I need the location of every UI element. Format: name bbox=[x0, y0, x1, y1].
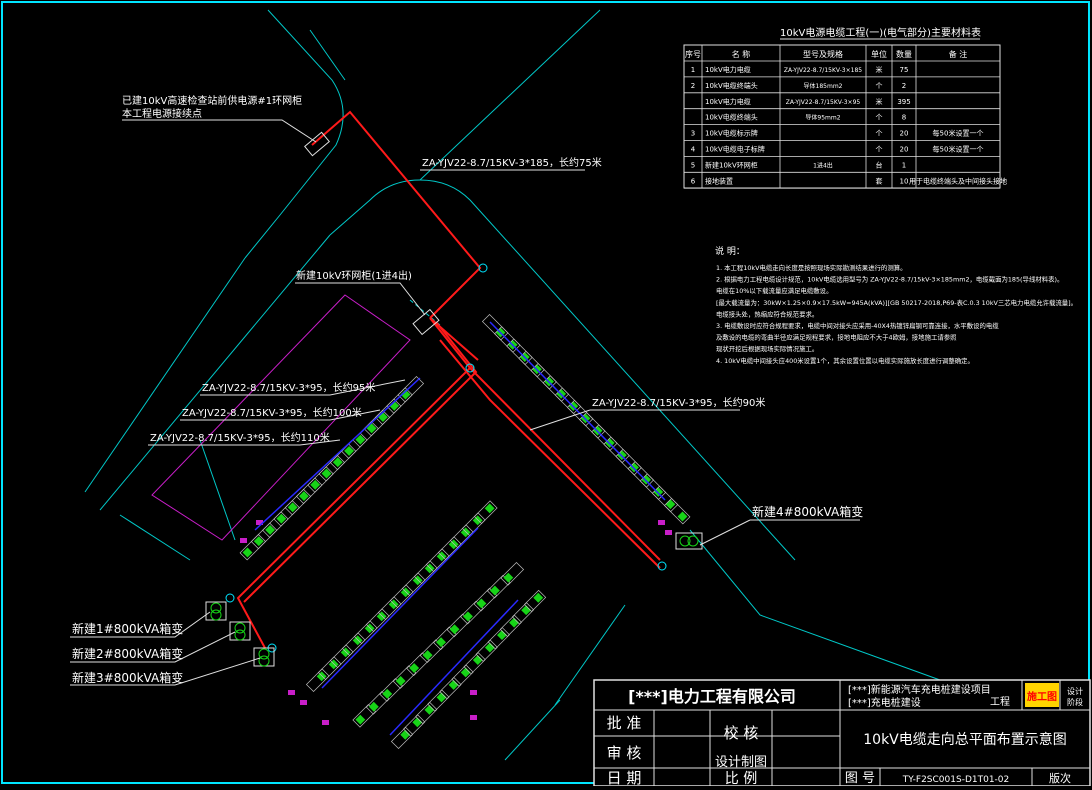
material-table-cell: 20 bbox=[900, 146, 909, 154]
material-table-cell: 1 bbox=[691, 66, 695, 74]
title-date: 日 期 bbox=[607, 769, 642, 786]
title-review: 审 核 bbox=[607, 744, 642, 762]
title-project-line1: [***]新能源汽车充电桩建设项目 bbox=[848, 683, 991, 696]
material-table-cell: 接地装置 bbox=[705, 176, 733, 185]
material-table-cell: 1进4出 bbox=[813, 161, 833, 169]
label-transformer-1: 新建1#800kVA箱变 bbox=[72, 621, 183, 636]
label-cable-d: ZA-YJV22-8.7/15KV-3*95，长约90米 bbox=[592, 396, 765, 409]
material-table-cell: 2 bbox=[902, 82, 906, 90]
note-line: 3. 电缆敷设时应符合规程要求，电缆中间对接头应采用-40X4热镀锌扁钢可靠连接… bbox=[716, 321, 999, 330]
junction-box-icon bbox=[322, 720, 329, 725]
title-company: [***]电力工程有限公司 bbox=[628, 687, 796, 706]
material-table-cell: 8 bbox=[902, 114, 906, 122]
material-table-cell: 台 bbox=[876, 160, 883, 169]
title-side-stage-line1: 设计 bbox=[1067, 686, 1083, 696]
title-approve: 批 准 bbox=[607, 714, 642, 732]
title-drawing-title: 10kV电缆走向总平面布置示意图 bbox=[863, 731, 1067, 748]
title-block: [***]电力工程有限公司 [***]新能源汽车充电桩建设项目 [***]充电桩… bbox=[593, 679, 1091, 787]
material-table-cell: 10kV电缆终端头 bbox=[705, 81, 758, 90]
material-table-cell: 个 bbox=[876, 146, 883, 154]
material-table-cell: 米 bbox=[876, 65, 883, 74]
label-existing-ring-main-line1: 已建10kV高速检查站前供电源#1环网柜 bbox=[122, 94, 302, 107]
label-cable-c: ZA-YJV22-8.7/15KV-3*95，长约110米 bbox=[150, 431, 330, 444]
note-line: 电缆在10%以下载流量应满足电缆敷设。 bbox=[716, 286, 832, 295]
material-table-cell: ZA-YJV22-8.7/15KV-3×185 bbox=[784, 67, 862, 74]
material-table-header: 型号及规格 bbox=[803, 49, 843, 59]
title-side-stage-line2: 阶段 bbox=[1067, 697, 1083, 707]
label-cable-a: ZA-YJV22-8.7/15KV-3*95，长约95米 bbox=[202, 381, 375, 394]
material-table-cell: 用于电缆终端头及中间接头接地 bbox=[909, 176, 1007, 185]
material-table-cell: 395 bbox=[897, 98, 910, 106]
material-table-cell: 1 bbox=[902, 161, 906, 169]
title-scale: 比 例 bbox=[725, 771, 757, 786]
label-cable-b: ZA-YJV22-8.7/15KV-3*95，长约100米 bbox=[182, 406, 362, 419]
material-table-header: 备 注 bbox=[949, 49, 968, 59]
material-table-cell: 2 bbox=[691, 82, 695, 90]
material-table-cell: 6 bbox=[691, 177, 696, 185]
material-table-cell: 5 bbox=[691, 161, 695, 169]
title-drawing-no: TY-F2SC001S-D1T01-02 bbox=[902, 775, 1010, 785]
note-line: 2. 根据电力工程电缆设计规范，10kV电缆选用型号为 ZA-YJV22-8.7… bbox=[716, 275, 1063, 284]
note-line: 及敷设的电缆的弯曲半径应满足规程要求，接地电阻应不大于4欧姆，接地施工请参照 bbox=[716, 333, 957, 342]
junction-box-icon bbox=[658, 520, 665, 525]
material-table-cell: 4 bbox=[691, 146, 696, 154]
material-table-cell: 个 bbox=[876, 82, 883, 90]
material-table-header: 序号 bbox=[685, 49, 701, 59]
note-line: 电缆接头处，热缩应符合规范要求。 bbox=[716, 309, 818, 318]
material-table-cell: 套 bbox=[876, 176, 883, 185]
note-line: 4. 10kV电缆中间接头应400米设置1个，其余设置位置以电缆实际施放长度进行… bbox=[716, 356, 974, 365]
material-table-cell: 75 bbox=[900, 66, 909, 74]
material-table-cell: 10kV电力电缆 bbox=[705, 97, 751, 106]
cad-drawing: 已建10kV高速检查站前供电源#1环网柜 本工程电源接续点 ZA-YJV22-8… bbox=[0, 0, 1092, 787]
material-table-cell: 导体185mm2 bbox=[804, 82, 843, 90]
material-table-cell: 10kV电缆电子标牌 bbox=[705, 145, 765, 154]
label-existing-ring-main-line2: 本工程电源接续点 bbox=[122, 107, 202, 120]
junction-box-icon bbox=[300, 700, 307, 705]
junction-box-icon bbox=[470, 690, 477, 695]
title-check: 校 核 bbox=[724, 724, 759, 742]
title-version: 版次 bbox=[1049, 771, 1071, 785]
material-table-cell: 10kV电缆终端头 bbox=[705, 113, 758, 122]
title-design: 设计制图 bbox=[715, 755, 767, 770]
label-transformer-3: 新建3#800kVA箱变 bbox=[72, 670, 183, 685]
material-table-cell: 10kV电力电缆 bbox=[705, 65, 751, 74]
title-drawing-no-label: 图 号 bbox=[845, 771, 875, 786]
label-new-ring-main: 新建10kV环网柜(1进4出) bbox=[296, 269, 412, 282]
material-table-cell: 3 bbox=[691, 130, 695, 138]
material-table-cell: 每50米设置一个 bbox=[933, 129, 984, 138]
label-transformer-4: 新建4#800kVA箱变 bbox=[752, 504, 863, 519]
material-table-cell: 10 bbox=[900, 177, 909, 185]
material-table-cell: 导体95mm2 bbox=[805, 114, 840, 122]
cad-drawing-viewport: 已建10kV高速检查站前供电源#1环网柜 本工程电源接续点 ZA-YJV22-8… bbox=[0, 0, 1092, 787]
junction-box-icon bbox=[288, 690, 295, 695]
note-line: 1. 本工程10kV电缆走向长度是按照现场实际勘测结果进行的测算。 bbox=[716, 263, 907, 272]
material-table-header: 名 称 bbox=[732, 49, 751, 59]
note-line: 现状开挖后根据现场实际情况施工。 bbox=[716, 344, 818, 353]
material-table-cell: 每50米设置一个 bbox=[933, 145, 984, 154]
material-table-cell: 个 bbox=[876, 114, 883, 122]
label-cable-main: ZA-YJV22-8.7/15KV-3*185，长约75米 bbox=[422, 156, 602, 169]
material-table-header: 单位 bbox=[871, 49, 887, 59]
material-table-cell: 个 bbox=[876, 130, 883, 138]
material-table-header: 数量 bbox=[896, 49, 912, 59]
junction-box-icon bbox=[470, 715, 477, 720]
label-transformer-2: 新建2#800kVA箱变 bbox=[72, 646, 183, 661]
material-table-cell: 10kV电缆标示牌 bbox=[705, 129, 758, 138]
note-line: [最大载流量为：30kW×1.25×0.9×17.5kW=945A(kVA)][… bbox=[716, 298, 1077, 307]
junction-box-icon bbox=[665, 530, 672, 535]
junction-box-icon bbox=[240, 538, 247, 543]
material-table-cell: ZA-YJV22-8.7/15KV-3×95 bbox=[786, 99, 861, 106]
title-stage: 施工图 bbox=[1027, 690, 1057, 703]
material-table-title: 10kV电源电缆工程(一)(电气部分)主要材料表 bbox=[780, 26, 981, 39]
material-table-cell: 新建10kV环网柜 bbox=[705, 160, 758, 169]
material-table-cell: 米 bbox=[876, 97, 883, 106]
material-table-cell: 20 bbox=[900, 130, 909, 138]
notes-title: 说 明： bbox=[715, 245, 745, 257]
title-project-line2: [***]充电桩建设 bbox=[848, 696, 921, 709]
title-project-suffix: 工程 bbox=[990, 696, 1010, 708]
